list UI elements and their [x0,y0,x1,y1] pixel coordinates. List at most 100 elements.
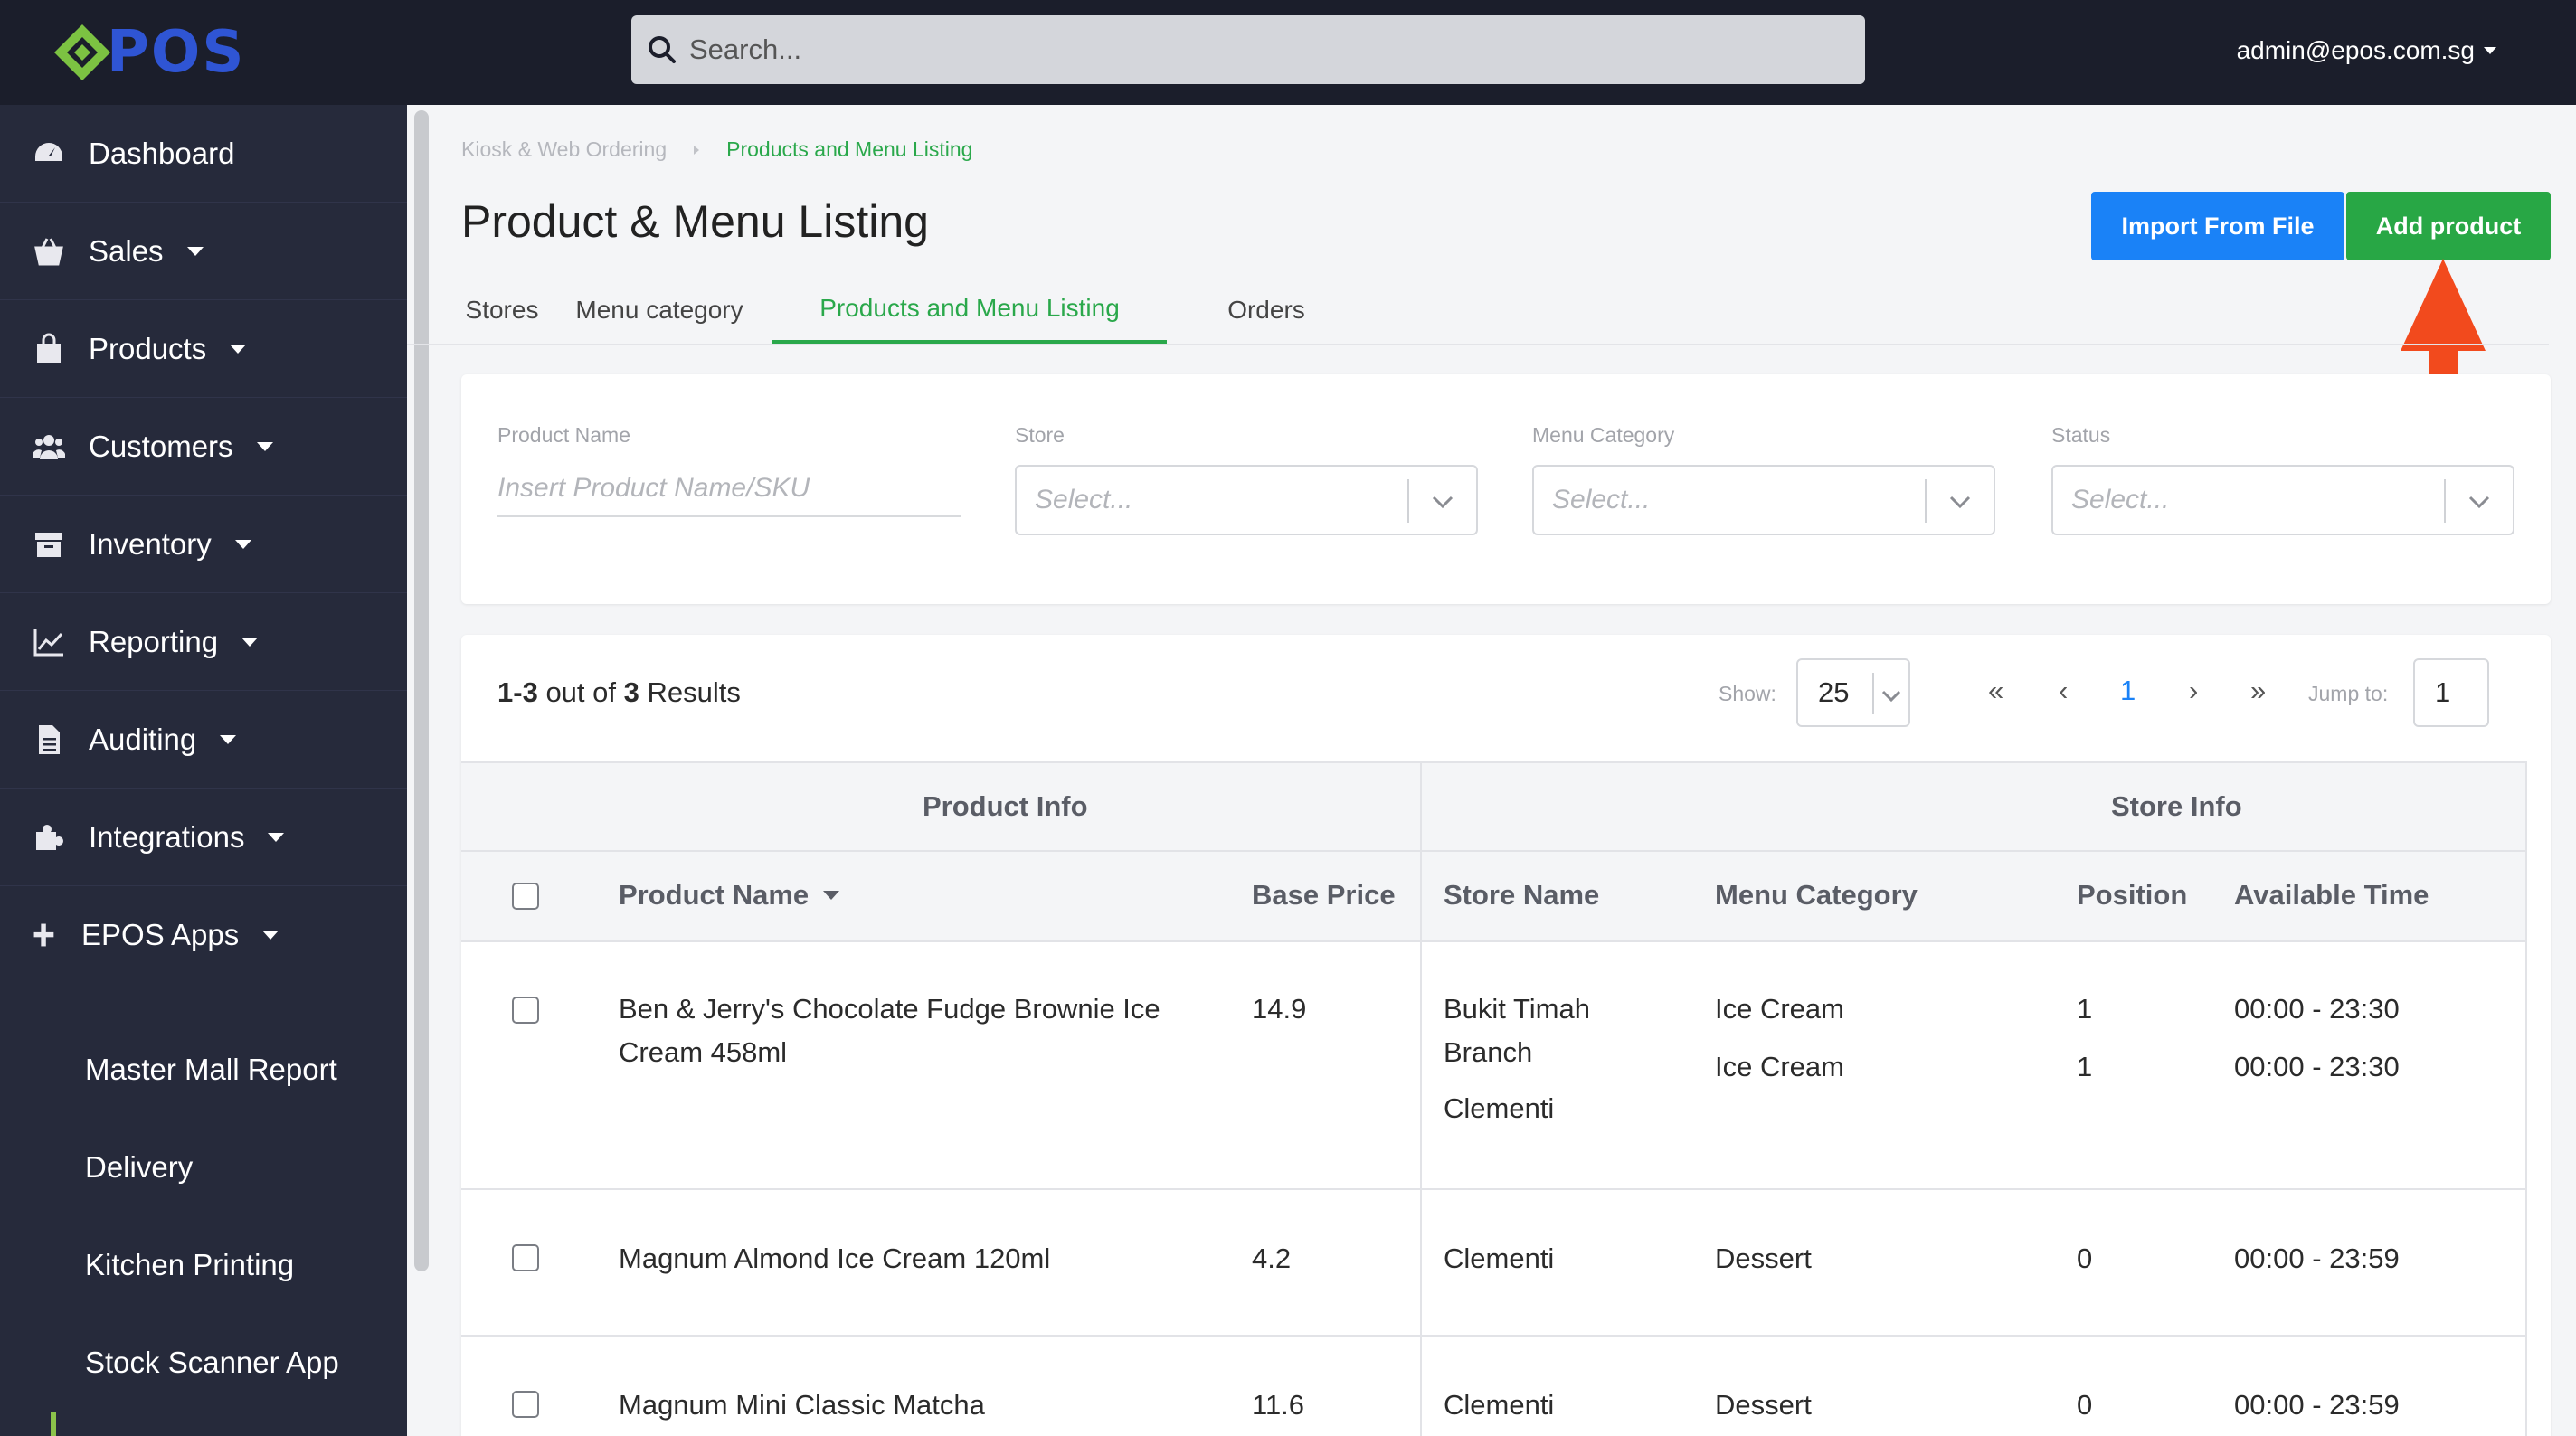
product-name-line: Cream 458ml [619,1036,788,1068]
add-product-button[interactable]: Add product [2346,192,2551,260]
menu-category-filter-select[interactable]: Select... [1532,465,1995,535]
import-from-file-button[interactable]: Import From File [2091,192,2344,260]
position-cell: 0 [2077,1242,2093,1274]
dashboard-icon [35,142,62,161]
sidebar-subitem-kitchen-printing[interactable]: Kitchen Printing [85,1248,294,1282]
sidebar: Dashboard Sales Products Customers Inven… [0,105,407,1436]
sidebar-subitem-master-mall-report[interactable]: Master Mall Report [85,1053,337,1087]
sidebar-item-label: EPOS Apps [81,918,240,951]
product-name-line: Ben & Jerry's Chocolate Fudge Brownie Ic… [619,993,1160,1025]
first-page-button[interactable]: « [1988,675,2003,707]
plus-icon [33,923,54,947]
row-checkbox[interactable] [512,1244,539,1271]
available-time-line: 00:00 - 23:30 [2234,1051,2400,1082]
file-icon [39,724,60,754]
sidebar-item-customers[interactable]: Customers [0,398,407,496]
line-chart-icon [33,628,63,656]
status-filter-label: Status [2051,423,2111,447]
status-filter-select[interactable]: Select... [2051,465,2514,535]
sidebar-subitem-delivery[interactable]: Delivery [85,1150,193,1185]
column-header-store-name: Store Name [1444,879,1600,911]
chevron-down-icon [1949,496,1971,509]
tab-stores[interactable]: Stores [461,277,543,344]
sidebar-active-indicator [51,1412,56,1436]
table-row[interactable]: Magnum Mini Classic Matcha 11.6 Clementi… [461,1337,2525,1436]
results-total: 3 [623,676,639,708]
menu-category-cell: Dessert [1715,1242,1812,1274]
row-checkbox[interactable] [512,1391,539,1418]
table-row[interactable]: Ben & Jerry's Chocolate Fudge Brownie Ic… [461,942,2525,1190]
sidebar-item-dashboard[interactable]: Dashboard [0,105,407,203]
column-header-position: Position [2077,879,2188,911]
store-name-cell: Clementi [1444,1242,1555,1274]
sidebar-subitem-stock-scanner-app[interactable]: Stock Scanner App [85,1346,339,1380]
store-name-cell: Bukit Timah Branch Clementi [1444,987,1590,1130]
available-time-cell: 00:00 - 23:59 [2234,1242,2400,1274]
current-page-button[interactable]: 1 [2120,675,2136,707]
product-name-cell[interactable]: Ben & Jerry's Chocolate Fudge Brownie Ic… [619,987,1160,1074]
menu-category-line: Ice Cream [1715,993,1844,1025]
top-bar: POS admin@epos.com.sg [0,0,2576,105]
product-name-filter-input[interactable] [497,461,961,517]
tab-products-and-menu-listing[interactable]: Products and Menu Listing [772,277,1167,344]
chevron-down-icon [242,637,259,647]
column-header-product-name[interactable]: Product Name [619,879,840,912]
breadcrumb-parent[interactable]: Kiosk & Web Ordering [461,137,667,162]
archive-box-icon [35,532,62,557]
sort-down-icon[interactable] [823,891,840,900]
sidebar-item-epos-apps[interactable]: EPOS Apps [0,886,407,984]
page-size-value: 25 [1818,676,1850,708]
page-size-select[interactable]: 25 [1796,658,1910,727]
store-name-line: Branch [1444,1036,1533,1068]
show-label: Show: [1719,682,1776,705]
next-page-button[interactable]: › [2189,675,2198,707]
base-price-cell: 14.9 [1252,993,1307,1025]
results-out-of: out of [545,676,616,708]
store-filter-select[interactable]: Select... [1015,465,1478,535]
row-checkbox[interactable] [512,997,539,1024]
column-header-base-price: Base Price [1252,879,1396,911]
store-name-cell: Clementi [1444,1389,1555,1421]
page-title: Product & Menu Listing [461,196,929,247]
filter-panel: Product Name Store Select... Menu Catego… [461,374,2551,604]
product-name-cell[interactable]: Magnum Mini Classic Matcha [619,1384,985,1427]
sidebar-item-sales[interactable]: Sales [0,203,407,300]
product-name-filter-label: Product Name [497,423,631,447]
menu-category-filter-label: Menu Category [1532,423,1675,447]
product-name-cell[interactable]: Magnum Almond Ice Cream 120ml [619,1237,1050,1280]
chevron-down-icon [268,832,285,842]
sidebar-item-inventory[interactable]: Inventory [0,496,407,593]
main-content: Kiosk & Web Ordering Products and Menu L… [407,105,2576,1436]
epos-logo[interactable]: POS [52,19,246,86]
search-bar[interactable] [631,15,1865,84]
sidebar-item-label: Inventory [89,526,212,561]
menu-category-filter-placeholder: Select... [1552,485,1651,515]
column-divider [1420,761,1422,1436]
prev-page-button[interactable]: ‹ [2059,675,2068,707]
tabs-divider [407,344,2549,345]
sidebar-scrollbar[interactable] [414,110,429,1271]
sidebar-item-reporting[interactable]: Reporting [0,593,407,691]
last-page-button[interactable]: » [2250,675,2266,707]
tab-orders[interactable]: Orders [1194,277,1339,344]
store-name-line: Bukit Timah [1444,993,1590,1025]
position-cell: 0 [2077,1389,2093,1421]
search-input[interactable] [689,33,1775,66]
group-header-product-info: Product Info [923,790,1088,822]
logo-text: POS [107,19,246,86]
select-all-checkbox[interactable] [512,883,539,910]
user-menu[interactable]: admin@epos.com.sg [2237,36,2496,65]
chevron-down-icon [262,931,279,940]
chevron-down-icon [1432,496,1454,509]
sidebar-item-products[interactable]: Products [0,300,407,398]
sidebar-item-auditing[interactable]: Auditing [0,691,407,789]
menu-category-line: Ice Cream [1715,1051,1844,1082]
table-row[interactable]: Magnum Almond Ice Cream 120ml 4.2 Clemen… [461,1190,2525,1337]
tabs: Stores Menu category Products and Menu L… [461,277,2551,344]
sidebar-item-label: Dashboard [89,136,235,170]
jump-to-input[interactable]: 1 [2413,658,2489,727]
sidebar-item-integrations[interactable]: Integrations [0,789,407,886]
store-filter-placeholder: Select... [1035,485,1133,515]
menu-category-cell: Ice Cream Ice Cream [1715,987,1844,1089]
tab-menu-category[interactable]: Menu category [563,277,756,344]
